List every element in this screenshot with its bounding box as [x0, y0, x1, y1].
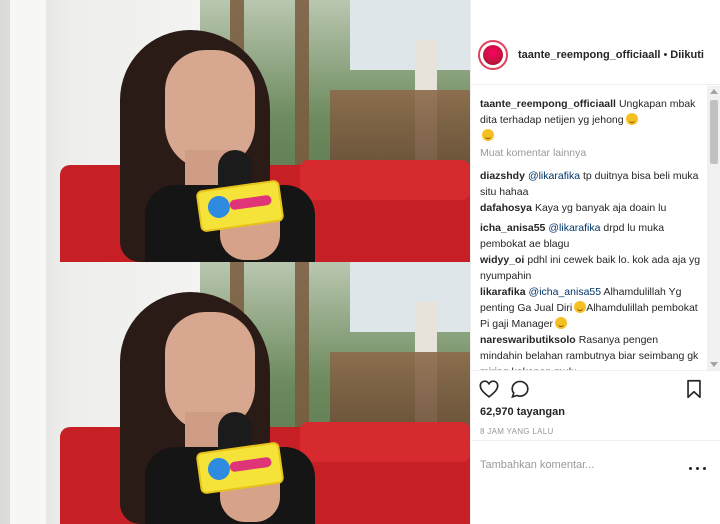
comment-username[interactable]: icha_anisa55 — [480, 222, 545, 234]
grin-emoji-icon — [574, 301, 587, 313]
video-frame-bottom — [0, 262, 470, 524]
header-text: taante_reempong_officiaall • Diikuti — [518, 49, 704, 61]
caption: taante_reempong_officiaall Ungkapan mbak … — [480, 96, 702, 144]
video-player[interactable] — [0, 0, 470, 524]
comments-list[interactable]: taante_reempong_officiaall Ungkapan mbak … — [471, 86, 707, 370]
comment-username[interactable]: nareswaributiksolo — [480, 334, 576, 346]
video-frame-top — [0, 0, 470, 262]
comment-bubble-icon[interactable] — [509, 378, 531, 400]
add-comment-bar — [471, 440, 720, 524]
follow-status[interactable]: Diikuti — [670, 49, 704, 61]
comment-username[interactable]: diazshdy — [480, 170, 525, 182]
comment-mention[interactable]: @likarafika — [528, 170, 580, 182]
list-item: icha_anisa55 @likarafika drpd lu muka pem… — [480, 220, 702, 252]
view-count[interactable]: 62,970 tayangan — [480, 406, 565, 418]
scroll-thumb[interactable] — [710, 100, 718, 164]
list-item: diazshdy @likarafika tp duitnya bisa beli… — [480, 168, 702, 200]
comment-text: Kaya yg banyak aja doain lu — [534, 202, 667, 214]
grin-emoji-icon — [554, 317, 567, 329]
comment-username[interactable]: likarafika — [480, 286, 526, 298]
heart-icon[interactable] — [478, 378, 500, 400]
comment-input[interactable] — [480, 456, 680, 474]
smile-emoji-icon — [482, 129, 494, 141]
scroll-up-icon[interactable] — [710, 89, 718, 94]
comment-mention[interactable]: @likarafika — [548, 222, 600, 234]
bookmark-icon[interactable] — [683, 378, 705, 400]
smile-emoji-icon — [625, 113, 638, 125]
comment-mention[interactable]: @icha_anisa55 — [529, 286, 602, 298]
post-header: taante_reempong_officiaall • Diikuti — [471, 0, 720, 85]
header-username[interactable]: taante_reempong_officiaall — [518, 49, 660, 61]
post-timestamp[interactable]: 8 JAM YANG LALU — [480, 427, 554, 436]
caption-username[interactable]: taante_reempong_officiaall — [480, 98, 616, 110]
header-separator: • — [663, 49, 668, 61]
comment-username[interactable]: dafahosya — [480, 202, 532, 214]
list-item: likarafika @icha_anisa55 Alhamdulillah Yg… — [480, 284, 702, 332]
post-side-panel: taante_reempong_officiaall • Diikuti taant… — [470, 0, 720, 524]
scroll-down-icon[interactable] — [710, 362, 718, 367]
profile-avatar[interactable] — [478, 40, 508, 70]
list-item: nareswaributiksolo Rasanya pengen mindahi… — [480, 332, 702, 370]
list-item: widyy_oi pdhl ini cewek baik lo. kok ada … — [480, 252, 702, 284]
more-options-icon[interactable] — [689, 467, 707, 473]
load-more-comments[interactable]: Muat komentar lainnya — [480, 147, 586, 159]
list-item: dafahosya Kaya yg banyak aja doain lu — [480, 200, 702, 216]
comments-scrollbar[interactable] — [707, 86, 720, 370]
comment-username[interactable]: widyy_oi — [480, 254, 524, 266]
